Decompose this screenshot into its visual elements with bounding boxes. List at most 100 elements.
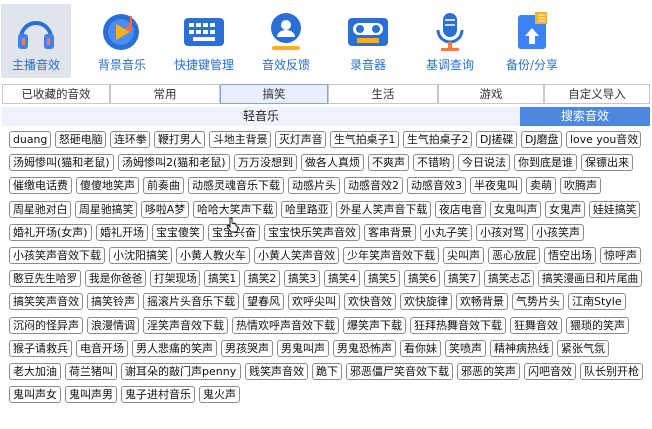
tab-light-music[interactable]: 轻音乐 [2, 107, 520, 126]
tab-category-4[interactable]: 生活 [328, 84, 438, 104]
sound-effect-button[interactable]: 周星驰对白 [9, 200, 71, 218]
sound-effect-button[interactable]: 爆笑声下载 [343, 316, 406, 334]
sound-effect-button[interactable]: 动感灵魂音乐下载 [188, 177, 284, 195]
sound-effect-button[interactable]: 搞笑漫画日和片尾曲 [538, 270, 642, 288]
sound-effect-button[interactable]: love you音效 [566, 131, 641, 148]
sound-effect-button[interactable]: 摇滚片头音乐下载 [143, 293, 239, 311]
sound-effect-button[interactable]: 江南Style [568, 293, 626, 311]
tab-category-6[interactable]: 自定义导入 [544, 84, 650, 104]
sound-effect-button[interactable]: 生气拍桌子1 [330, 131, 399, 148]
sound-effect-button[interactable]: 哈里路亚 [281, 200, 332, 218]
toolbar-button-5[interactable]: 录音器 [333, 4, 403, 78]
sound-effect-button[interactable]: 惊呼声 [600, 247, 641, 264]
sound-effect-button[interactable]: 动感音效3 [407, 177, 466, 195]
sound-effect-button[interactable]: 淫笑声音效下载 [143, 316, 228, 334]
tab-category-1[interactable]: 已收藏的音效 [2, 84, 110, 104]
sound-effect-button[interactable]: 狂舞音效 [510, 316, 562, 334]
sound-effect-button[interactable]: 催缴电话费 [9, 177, 72, 195]
sound-effect-button[interactable]: 宝宝快乐笑声音效 [264, 223, 360, 241]
sound-effect-button[interactable]: 搞笑2 [244, 270, 280, 288]
sound-effect-button[interactable]: 鬼叫声女 [9, 386, 61, 404]
tab-category-3[interactable]: 搞笑 [220, 84, 328, 104]
sound-effect-button[interactable]: 婚礼开场(女声) [9, 223, 92, 241]
sound-effect-button[interactable]: 连环拳 [110, 131, 150, 148]
sound-effect-button[interactable]: 欢快音效 [344, 293, 396, 311]
sound-effect-button[interactable]: 搞笑忐忑 [484, 270, 534, 288]
sound-effect-button[interactable]: 前奏曲 [143, 177, 184, 195]
tab-search-effects[interactable]: 搜索音效 [520, 107, 650, 126]
sound-effect-button[interactable]: 卖萌 [526, 177, 556, 195]
sound-effect-button[interactable]: 万万没想到 [234, 154, 297, 172]
sound-effect-button[interactable]: DJ磨盘 [521, 131, 562, 148]
sound-effect-button[interactable]: duang [9, 131, 51, 148]
sound-effect-button[interactable]: 悟空出场 [544, 247, 596, 264]
sound-effect-button[interactable]: 队长别开枪 [580, 363, 643, 380]
sound-effect-button[interactable]: 傻傻地笑声 [76, 177, 139, 195]
sound-effect-button[interactable]: 贱笑声音效 [245, 363, 308, 380]
sound-effect-button[interactable]: 今日说法 [458, 154, 510, 172]
sound-effect-button[interactable]: 小黄人笑声音效 [254, 247, 339, 264]
tab-category-5[interactable]: 游戏 [438, 84, 544, 104]
sound-effect-button[interactable]: 鞭打男人 [154, 131, 205, 148]
sound-effect-button[interactable]: 娃娃搞笑 [589, 200, 640, 218]
sound-effect-button[interactable]: 小孩笑声音效下载 [9, 247, 105, 264]
sound-effect-button[interactable]: 保镖出来 [581, 154, 633, 172]
toolbar-button-1[interactable]: 主播音效 [1, 4, 71, 78]
sound-effect-button[interactable]: 精神病热线 [490, 339, 553, 357]
sound-effect-button[interactable]: 吹腾声 [560, 177, 601, 195]
sound-effect-button[interactable]: 看你妹 [400, 339, 441, 357]
sound-effect-button[interactable]: 汤姆惨叫2(猫和老鼠) [118, 154, 230, 172]
sound-effect-button[interactable]: 气势片头 [512, 293, 564, 311]
sound-effect-button[interactable]: 外星人笑声音下载 [336, 200, 431, 218]
sound-effect-button[interactable]: 打架现场 [150, 270, 200, 288]
toolbar-button-7[interactable]: 备份/分享 [497, 4, 567, 78]
sound-effect-button[interactable]: 沉闷的怪异声 [9, 316, 83, 334]
sound-effect-button[interactable]: 动感音效2 [344, 177, 403, 195]
sound-effect-button[interactable]: 搞笑5 [364, 270, 400, 288]
sound-effect-button[interactable]: 斗地主背景 [209, 131, 271, 148]
sound-effect-button[interactable]: 婚礼开场 [96, 223, 148, 241]
sound-effect-button[interactable]: 少年笑声音效下载 [343, 247, 439, 264]
sound-effect-button[interactable]: 不爽声 [368, 154, 409, 172]
sound-effect-button[interactable]: 荷兰猪叫 [65, 363, 117, 380]
sound-effect-button[interactable]: 欢呼尖叫 [288, 293, 340, 311]
sound-effect-button[interactable]: 怒砸电脑 [55, 131, 106, 148]
sound-effect-button[interactable]: 猥琐的笑声 [566, 316, 629, 334]
sound-effect-button[interactable]: 搞笑铃声 [87, 293, 139, 311]
sound-effect-button[interactable]: 紧张气氛 [557, 339, 609, 357]
sound-effect-button[interactable]: 女鬼声 [545, 200, 585, 218]
sound-effect-button[interactable]: 哆啦A梦 [141, 200, 189, 218]
sound-effect-button[interactable]: 鬼叫声男 [65, 386, 117, 404]
sound-effect-button[interactable]: 欢快旋律 [400, 293, 452, 311]
sound-effect-button[interactable]: 笑喷声 [445, 339, 486, 357]
sound-effect-button[interactable]: 男鬼恐怖声 [333, 339, 396, 357]
sound-effect-button[interactable]: 半夜鬼叫 [470, 177, 522, 195]
sound-effect-button[interactable]: 女鬼叫声 [490, 200, 541, 218]
sound-effect-button[interactable]: 灭灯声音 [275, 131, 326, 148]
sound-effect-button[interactable]: 男鬼叫声 [277, 339, 329, 357]
sound-effect-button[interactable]: 狂拜热舞音效下载 [410, 316, 506, 334]
sound-effect-button[interactable]: 搞笑3 [284, 270, 320, 288]
sound-effect-button[interactable]: 小沈阳搞笑 [109, 247, 172, 264]
sound-effect-button[interactable]: 搞笑4 [324, 270, 360, 288]
sound-effect-button[interactable]: 望春风 [243, 293, 284, 311]
sound-effect-button[interactable]: 搞笑6 [404, 270, 440, 288]
sound-effect-button[interactable]: 恶心放屁 [488, 247, 540, 264]
sound-effect-button[interactable]: 哈哈大笑声下载 [193, 200, 277, 218]
sound-effect-button[interactable]: 小孩笑声 [532, 223, 584, 241]
sound-effect-button[interactable]: DJ搓碟 [476, 131, 517, 148]
sound-effect-button[interactable]: 男孩哭声 [221, 339, 273, 357]
sound-effect-button[interactable]: 搞笑7 [444, 270, 480, 288]
sound-effect-button[interactable]: 汤姆惨叫(猫和老鼠) [9, 154, 114, 172]
sound-effect-button[interactable]: 小孩对骂 [476, 223, 528, 241]
sound-effect-button[interactable]: 欢畅背景 [456, 293, 508, 311]
sound-effect-button[interactable]: 邪恶僵尸笑音效下载 [346, 363, 453, 380]
sound-effect-button[interactable]: 不错哟 [413, 154, 454, 172]
sound-effect-button[interactable]: 夜店电音 [435, 200, 486, 218]
sound-effect-button[interactable]: 小黄人教火车 [176, 247, 250, 264]
sound-effect-button[interactable]: 跪下 [312, 363, 342, 380]
sound-effect-button[interactable]: 鬼火声 [199, 386, 240, 404]
sound-effect-button[interactable]: 动感片头 [288, 177, 340, 195]
sound-effect-button[interactable]: 尖叫声 [443, 247, 484, 264]
sound-effect-button[interactable]: 做各人真烦 [301, 154, 364, 172]
